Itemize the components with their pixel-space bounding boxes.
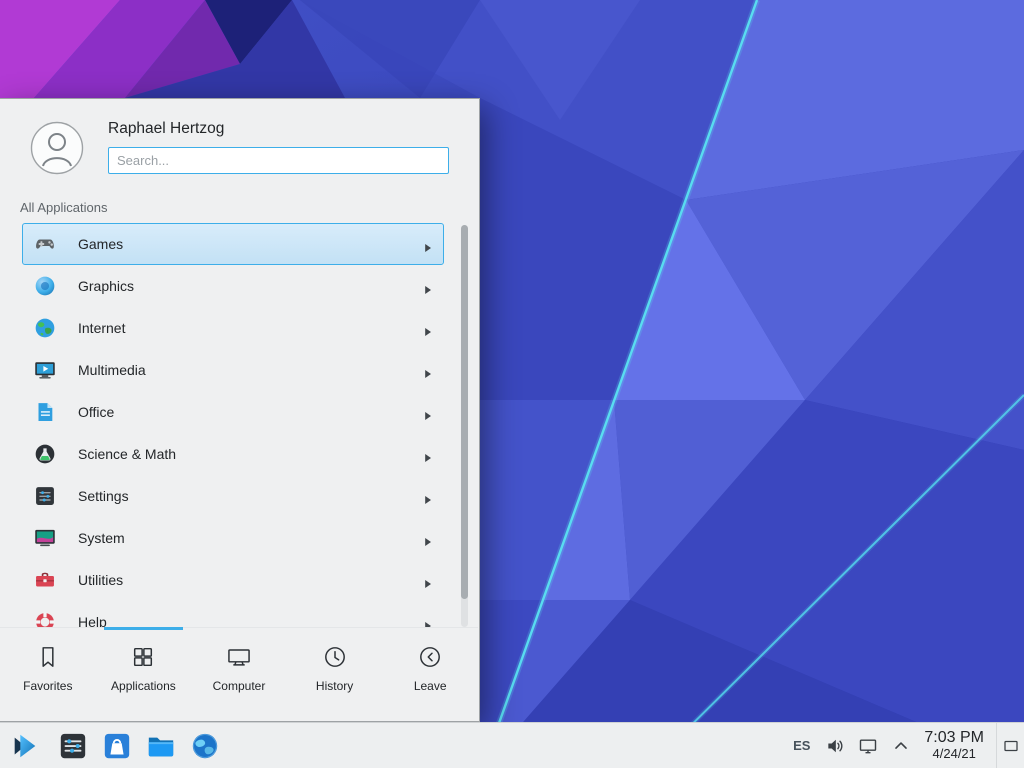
submenu-arrow-icon	[424, 534, 432, 544]
submenu-arrow-icon	[424, 366, 432, 376]
web-browser-globe-icon[interactable]	[190, 731, 220, 761]
bookmark-icon	[34, 643, 62, 671]
clock-icon	[321, 643, 349, 671]
blue-orb-icon	[32, 273, 58, 299]
show-desktop-button[interactable]	[996, 723, 1024, 768]
submenu-arrow-icon	[424, 324, 432, 334]
globe-icon	[32, 315, 58, 341]
category-label: Multimedia	[78, 362, 146, 378]
application-launcher-menu: Raphael Hertzog All Applications Games	[0, 98, 480, 722]
category-label: Office	[78, 404, 114, 420]
grid-icon	[129, 643, 157, 671]
scrollbar-thumb[interactable]	[461, 225, 468, 599]
system-tray: ES 7:03 PM 4/24/21	[793, 723, 1024, 768]
category-label: Graphics	[78, 278, 134, 294]
digital-clock[interactable]: 7:03 PM 4/24/21	[924, 729, 984, 761]
category-item-system[interactable]: System	[22, 517, 444, 559]
submenu-arrow-icon	[424, 576, 432, 586]
application-launcher-button[interactable]	[6, 727, 44, 765]
lifebuoy-icon	[32, 609, 58, 629]
tab-applications[interactable]: Applications	[96, 628, 192, 721]
search-input[interactable]	[108, 147, 449, 174]
submenu-arrow-icon	[424, 492, 432, 502]
tab-label: Favorites	[23, 679, 72, 693]
keyboard-layout-indicator[interactable]: ES	[793, 738, 810, 753]
scrollbar[interactable]	[461, 225, 468, 627]
monitor-play-icon	[32, 357, 58, 383]
category-item-graphics[interactable]: Graphics	[22, 265, 444, 307]
category-label: Utilities	[78, 572, 123, 588]
back-circle-icon	[416, 643, 444, 671]
display-icon[interactable]	[858, 736, 878, 756]
show-desktop-icon	[1002, 737, 1020, 755]
settings-sliders-app-icon[interactable]	[58, 731, 88, 761]
application-launcher-icon	[10, 731, 40, 761]
monitor-icon	[225, 643, 253, 671]
submenu-arrow-icon	[424, 240, 432, 250]
tab-history[interactable]: History	[287, 628, 383, 721]
expand-arrow-icon[interactable]	[891, 736, 911, 756]
category-label: Games	[78, 236, 123, 252]
tab-favorites[interactable]: Favorites	[0, 628, 96, 721]
tab-label: Applications	[111, 679, 176, 693]
taskbar: ES 7:03 PM 4/24/21	[0, 722, 1024, 768]
submenu-arrow-icon	[424, 408, 432, 418]
desktop: Raphael Hertzog All Applications Games	[0, 0, 1024, 768]
user-avatar[interactable]	[30, 121, 84, 175]
sliders-icon	[32, 483, 58, 509]
category-label: Settings	[78, 488, 129, 504]
category-item-internet[interactable]: Internet	[22, 307, 444, 349]
file-manager-folder-icon[interactable]	[146, 731, 176, 761]
category-label: System	[78, 530, 125, 546]
gamepad-icon	[32, 231, 58, 257]
tab-bar: Favorites Applications	[0, 627, 478, 721]
category-item-settings[interactable]: Settings	[22, 475, 444, 517]
clock-time: 7:03 PM	[924, 729, 984, 747]
submenu-arrow-icon	[424, 450, 432, 460]
category-item-help[interactable]: Help	[22, 601, 444, 629]
tab-label: History	[316, 679, 353, 693]
tab-leave[interactable]: Leave	[382, 628, 478, 721]
category-label: Internet	[78, 320, 125, 336]
submenu-arrow-icon	[424, 282, 432, 292]
category-item-office[interactable]: Office	[22, 391, 444, 433]
volume-icon[interactable]	[825, 736, 845, 756]
tab-computer[interactable]: Computer	[191, 628, 287, 721]
category-list: Games Graphics	[0, 223, 480, 629]
software-center-app-icon[interactable]	[102, 731, 132, 761]
flask-icon	[32, 441, 58, 467]
system-monitor-icon	[32, 525, 58, 551]
user-name: Raphael Hertzog	[108, 120, 224, 138]
category-item-multimedia[interactable]: Multimedia	[22, 349, 444, 391]
section-label: All Applications	[20, 200, 107, 215]
category-label: Science & Math	[78, 446, 176, 462]
tab-label: Computer	[213, 679, 266, 693]
tab-label: Leave	[414, 679, 447, 693]
document-icon	[32, 399, 58, 425]
category-item-games[interactable]: Games	[22, 223, 444, 265]
clock-date: 4/24/21	[924, 747, 984, 762]
category-item-science-math[interactable]: Science & Math	[22, 433, 444, 475]
toolbox-icon	[32, 567, 58, 593]
category-item-utilities[interactable]: Utilities	[22, 559, 444, 601]
